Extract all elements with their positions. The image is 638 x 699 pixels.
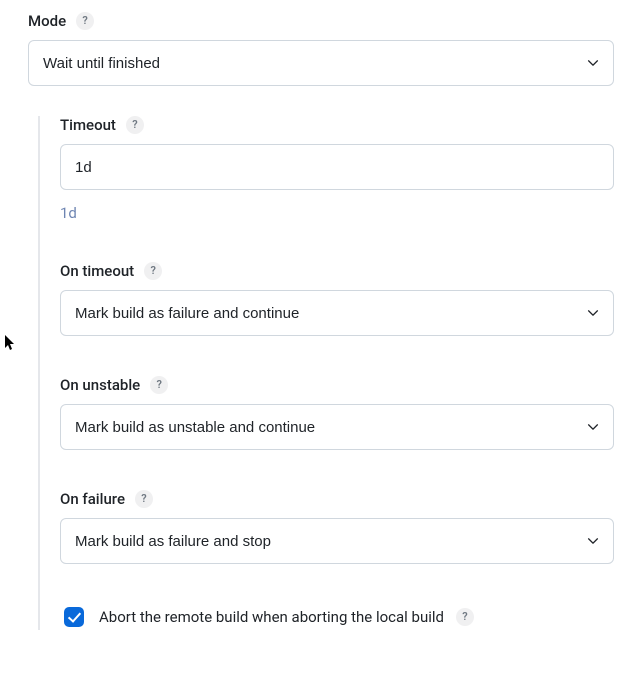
timeout-label: Timeout: [60, 116, 116, 134]
on-timeout-label: On timeout: [60, 262, 134, 280]
on-timeout-field: On timeout ? Mark build as failure and c…: [60, 262, 638, 336]
timeout-input[interactable]: [60, 144, 614, 190]
abort-remote-row: Abort the remote build when aborting the…: [60, 604, 638, 630]
timeout-field: Timeout ? 1d: [60, 116, 638, 222]
mode-select[interactable]: Wait until finished: [28, 40, 614, 86]
on-unstable-select[interactable]: Mark build as unstable and continue: [60, 404, 614, 450]
help-icon[interactable]: ?: [456, 608, 474, 626]
on-failure-label: On failure: [60, 490, 125, 508]
on-unstable-label: On unstable: [60, 376, 140, 394]
abort-remote-checkbox[interactable]: [64, 607, 84, 627]
mode-label: Mode: [28, 12, 66, 30]
help-icon[interactable]: ?: [126, 116, 144, 134]
mode-field: Mode ? Wait until finished: [0, 12, 638, 86]
on-unstable-field: On unstable ? Mark build as unstable and…: [60, 376, 638, 450]
on-timeout-select[interactable]: Mark build as failure and continue: [60, 290, 614, 336]
on-failure-select[interactable]: Mark build as failure and stop: [60, 518, 614, 564]
help-icon[interactable]: ?: [135, 490, 153, 508]
help-icon[interactable]: ?: [76, 12, 94, 30]
timeout-hint: 1d: [60, 204, 638, 222]
help-icon[interactable]: ?: [144, 262, 162, 280]
help-icon[interactable]: ?: [150, 376, 168, 394]
abort-remote-label: Abort the remote build when aborting the…: [99, 608, 444, 626]
on-failure-field: On failure ? Mark build as failure and s…: [60, 490, 638, 564]
